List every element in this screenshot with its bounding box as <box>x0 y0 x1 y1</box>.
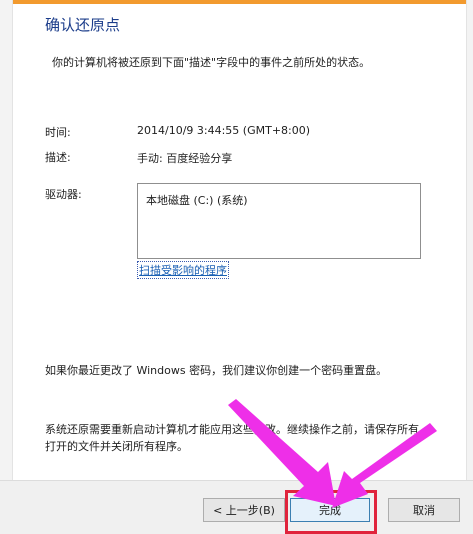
restart-note-line-1: 系统还原需要重新启动计算机才能应用这些更改。继续操作之前，请保存所有 <box>45 423 419 436</box>
drives-label: 驱动器: <box>45 188 82 201</box>
left-window-edge <box>0 0 13 480</box>
time-label: 时间: <box>45 126 71 139</box>
back-button[interactable]: < 上一步(B) <box>203 498 285 522</box>
cancel-button[interactable]: 取消 <box>388 498 460 522</box>
finish-button[interactable]: 完成 <box>290 498 370 522</box>
top-accent-strip <box>0 0 473 4</box>
dialog-title: 确认还原点 <box>45 16 121 34</box>
time-value: 2014/10/9 3:44:55 (GMT+8:00) <box>137 124 311 137</box>
password-note: 如果你最近更改了 Windows 密码，我们建议你创建一个密码重置盘。 <box>45 364 388 377</box>
drives-list: 本地磁盘 (C:) (系统) <box>137 183 421 259</box>
restart-note-line-2: 打开的文件并关闭所有程序。 <box>45 440 188 453</box>
description-value: 手动: 百度经验分享 <box>137 152 233 165</box>
right-window-edge <box>466 0 473 480</box>
scan-affected-programs-link[interactable]: 扫描受影响的程序 <box>137 261 229 279</box>
description-label: 描述: <box>45 151 71 164</box>
drive-item-c: 本地磁盘 (C:) (系统) <box>146 194 248 207</box>
intro-text: 你的计算机将被还原到下面"描述"字段中的事件之前所处的状态。 <box>52 56 371 69</box>
